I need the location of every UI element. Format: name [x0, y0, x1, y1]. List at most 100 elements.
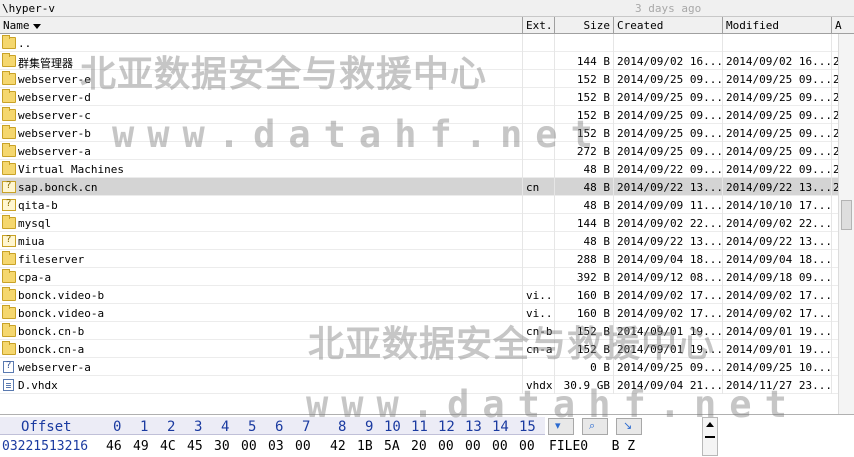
cell-created: 2014/09/25 09... — [614, 106, 723, 124]
cell-size: 288 B — [555, 250, 614, 268]
hex-byte[interactable]: 00 — [438, 439, 454, 454]
hex-byte[interactable]: 00 — [241, 439, 257, 454]
hex-toolbar: ▾ ⌕ ↘ — [545, 417, 642, 435]
hex-byte[interactable]: 4C — [160, 439, 176, 454]
cell-modified: 2014/09/22 13... — [723, 232, 832, 250]
table-row[interactable]: bonck.cn-b cn-b 152 B 2014/09/01 19... 2… — [0, 322, 838, 340]
hex-byte[interactable]: 20 — [411, 439, 427, 454]
cell-created: 2014/09/25 09... — [614, 124, 723, 142]
hex-ascii-text[interactable]: FILE0 B Z — [549, 439, 635, 454]
hex-column-label: 1 — [140, 419, 149, 435]
hex-search-button[interactable]: ⌕ — [582, 418, 608, 435]
table-row[interactable]: webserver-e 152 B 2014/09/25 09... 2014/… — [0, 70, 838, 88]
cell-size: 144 B — [555, 52, 614, 70]
column-header-created[interactable]: Created — [614, 17, 723, 34]
table-row[interactable]: webserver-b 152 B 2014/09/25 09... 2014/… — [0, 124, 838, 142]
hex-column-label: 3 — [194, 419, 203, 435]
cell-modified: 2014/11/27 23... — [723, 376, 832, 394]
hex-byte[interactable]: 03 — [268, 439, 284, 454]
cell-ext: vi... — [523, 286, 555, 304]
cell-created: 2014/09/09 11... — [614, 196, 723, 214]
cell-name: bonck.cn-b — [0, 322, 523, 340]
cell-size: 160 B — [555, 286, 614, 304]
hex-byte[interactable]: 00 — [492, 439, 508, 454]
hex-view-panel: Offset 0 1 2 3 4 5 6 7 8 9 10 11 12 13 1… — [0, 414, 854, 457]
cell-name: webserver-d — [0, 88, 523, 106]
cell-modified: 2014/09/02 17... — [723, 286, 832, 304]
table-row[interactable]: qita-b 48 B 2014/09/09 11... 2014/10/10 … — [0, 196, 838, 214]
cell-modified: 2014/09/22 09... — [723, 160, 832, 178]
cell-ext — [523, 142, 555, 160]
table-row[interactable]: .. — [0, 34, 838, 52]
cell-size: 0 B — [555, 358, 614, 376]
scrollbar-thumb[interactable] — [841, 200, 852, 230]
column-header-name-label: Name — [3, 19, 30, 32]
hex-byte[interactable]: 30 — [214, 439, 230, 454]
cell-size: 48 B — [555, 196, 614, 214]
table-row[interactable]: fileserver 288 B 2014/09/04 18... 2014/0… — [0, 250, 838, 268]
hex-byte[interactable]: 45 — [187, 439, 203, 454]
table-row-selected[interactable]: sap.bonck.cn cn 48 B 2014/09/22 13... 20… — [0, 178, 838, 196]
cell-size: 30.9 GB — [555, 376, 614, 394]
hex-byte[interactable]: 46 — [106, 439, 122, 454]
table-row[interactable]: webserver-a 272 B 2014/09/25 09... 2014/… — [0, 142, 838, 160]
sort-descending-icon — [32, 23, 41, 29]
hex-dropdown-button[interactable]: ▾ — [548, 418, 574, 435]
cell-ext — [523, 88, 555, 106]
column-header-attr[interactable]: A — [832, 17, 854, 34]
column-header-bar: Name Ext. Size Created Modified A — [0, 17, 854, 34]
cell-ext: cn — [523, 178, 555, 196]
column-header-ext[interactable]: Ext. — [523, 17, 555, 34]
table-row[interactable]: bonck.cn-a cn-a 152 B 2014/09/01 19... 2… — [0, 340, 838, 358]
cell-created: 2014/09/02 17... — [614, 304, 723, 322]
hex-column-label: 9 — [365, 419, 374, 435]
column-header-size[interactable]: Size — [555, 17, 614, 34]
column-header-modified[interactable]: Modified — [723, 17, 832, 34]
table-row[interactable]: webserver-c 152 B 2014/09/25 09... 2014/… — [0, 106, 838, 124]
cell-created: 2014/09/04 18... — [614, 250, 723, 268]
table-row[interactable]: miua 48 B 2014/09/22 13... 2014/09/22 13… — [0, 232, 838, 250]
cell-name: webserver-a — [0, 358, 523, 376]
hex-scrollbar[interactable] — [702, 417, 718, 456]
cell-name: webserver-a — [0, 142, 523, 160]
table-row[interactable]: bonck.video-a vi... 160 B 2014/09/02 17.… — [0, 304, 838, 322]
cell-ext — [523, 34, 555, 52]
table-row[interactable]: Virtual Machines 48 B 2014/09/22 09... 2… — [0, 160, 838, 178]
cell-modified: 2014/09/18 09... — [723, 268, 832, 286]
hex-byte[interactable]: 1B — [357, 439, 373, 454]
table-row[interactable]: D.vhdx vhdx 30.9 GB 2014/09/04 21... 201… — [0, 376, 838, 394]
hex-byte[interactable]: 00 — [519, 439, 535, 454]
cell-modified: 2014/09/02 16... — [723, 52, 832, 70]
cell-name: sap.bonck.cn — [0, 178, 523, 196]
cell-modified: 2014/09/25 09... — [723, 124, 832, 142]
cell-modified: 2014/09/01 19... — [723, 322, 832, 340]
cell-created: 2014/09/25 09... — [614, 88, 723, 106]
hex-header: Offset 0 1 2 3 4 5 6 7 8 9 10 11 12 13 1… — [0, 417, 545, 435]
cell-name: bonck.video-a — [0, 304, 523, 322]
table-row[interactable]: 群集管理器 144 B 2014/09/02 16... 2014/09/02 … — [0, 52, 838, 70]
table-row[interactable]: bonck.video-b vi... 160 B 2014/09/02 17.… — [0, 286, 838, 304]
table-row[interactable]: cpa-a 392 B 2014/09/12 08... 2014/09/18 … — [0, 268, 838, 286]
hex-byte[interactable]: 5A — [384, 439, 400, 454]
cell-modified: 2014/09/25 09... — [723, 106, 832, 124]
current-path: \hyper-v — [2, 2, 55, 15]
hex-byte[interactable]: 42 — [330, 439, 346, 454]
chevron-down-icon: ▾ — [555, 419, 561, 432]
table-row[interactable]: webserver-a 0 B 2014/09/25 09... 2014/09… — [0, 358, 838, 376]
file-list: .. 群集管理器 144 B 2014/09/02 16... 2014/09/… — [0, 34, 838, 414]
table-row[interactable]: webserver-d 152 B 2014/09/25 09... 2014/… — [0, 88, 838, 106]
column-header-name[interactable]: Name — [0, 17, 523, 34]
cell-name: webserver-c — [0, 106, 523, 124]
cell-ext — [523, 70, 555, 88]
file-list-scrollbar[interactable] — [838, 34, 854, 414]
table-row[interactable]: mysql 144 B 2014/09/02 22... 2014/09/02 … — [0, 214, 838, 232]
cell-ext — [523, 52, 555, 70]
hex-offset-value: 03221513216 — [2, 439, 89, 454]
hex-byte[interactable]: 00 — [295, 439, 311, 454]
cell-modified: 2014/09/25 09... — [723, 88, 832, 106]
cell-size: 152 B — [555, 322, 614, 340]
hex-byte[interactable]: 49 — [133, 439, 149, 454]
hex-goto-button[interactable]: ↘ — [616, 418, 642, 435]
cell-name: fileserver — [0, 250, 523, 268]
hex-byte[interactable]: 00 — [465, 439, 481, 454]
